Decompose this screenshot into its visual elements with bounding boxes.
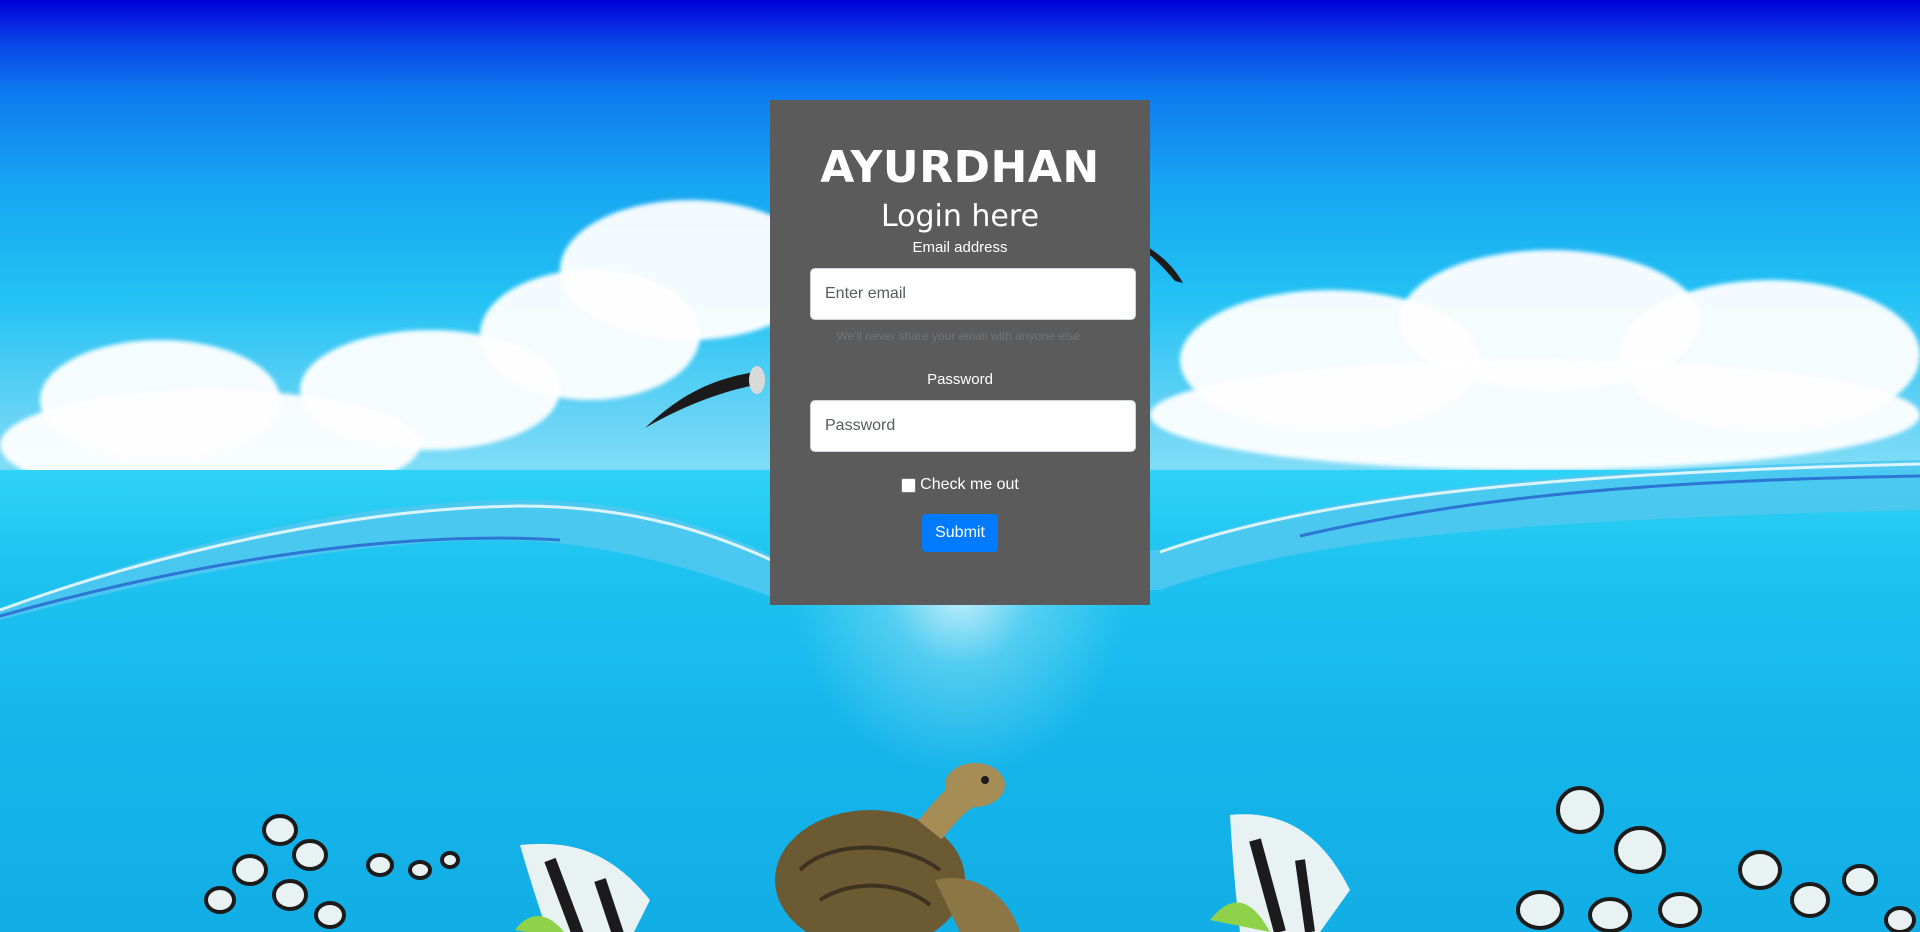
login-heading: Login here <box>880 199 1040 234</box>
bannerfish-icon <box>515 843 650 932</box>
password-label: Password <box>927 371 993 388</box>
seagull-icon <box>1145 245 1183 283</box>
sea-turtle-icon <box>775 763 1020 932</box>
remember-me-checkbox[interactable] <box>901 477 917 493</box>
brand-title: AYURDHAN <box>820 142 1100 193</box>
submit-button[interactable]: Submit <box>922 514 998 552</box>
fish-school-icon <box>204 814 460 929</box>
password-field[interactable] <box>810 400 1136 452</box>
email-field[interactable] <box>810 268 1136 320</box>
seagull-icon <box>645 366 765 428</box>
fish-school-icon <box>1516 786 1916 932</box>
remember-me-row[interactable]: Check me out <box>770 476 1150 494</box>
bannerfish-icon <box>1210 814 1350 932</box>
email-label: Email address <box>912 239 1008 256</box>
email-help-text: We'll never share your email with anyone… <box>836 329 1084 343</box>
remember-me-label: Check me out <box>920 476 1019 493</box>
login-card: AYURDHAN Login here Email address We'll … <box>770 100 1150 605</box>
